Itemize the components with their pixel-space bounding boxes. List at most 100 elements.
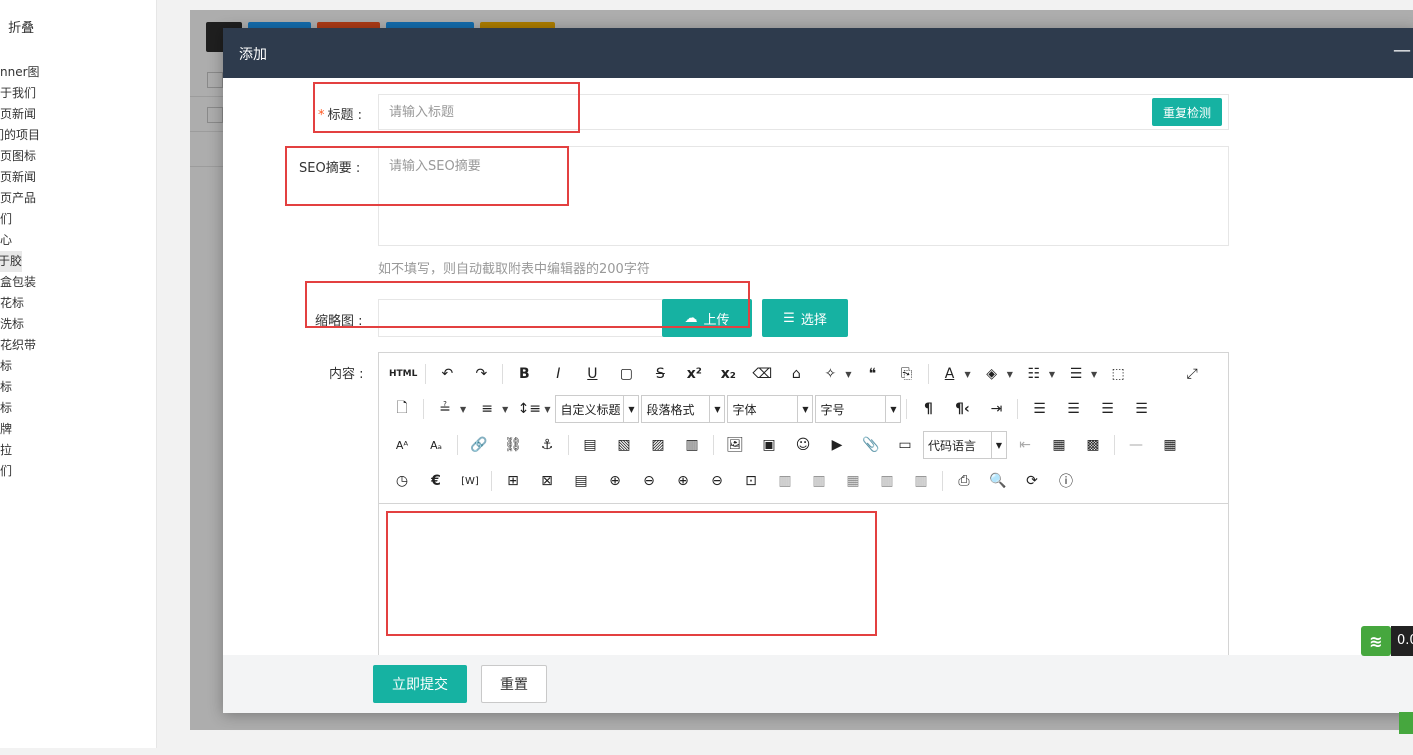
underline-icon[interactable]: U	[579, 362, 605, 386]
custom-heading-select[interactable]: 自定义标题 ▼	[555, 395, 640, 423]
sidebar-item[interactable]: 花标	[0, 293, 40, 314]
template-icon[interactable]: ▭	[892, 433, 918, 457]
align-center-icon[interactable]: ☰	[1060, 397, 1086, 421]
insert-paragraph-before-table-icon[interactable]: ▤	[568, 469, 594, 493]
emotion-icon[interactable]: ☺	[790, 433, 816, 457]
insert-image-icon[interactable]: 🖼	[722, 433, 748, 457]
editor-content-area[interactable]	[379, 504, 1228, 655]
format-match-icon[interactable]: ⌂	[783, 362, 809, 386]
multi-image-icon[interactable]: ▣	[756, 433, 782, 457]
auto-typeset-icon[interactable]: ✧	[817, 362, 843, 386]
subscript-icon[interactable]: x₂	[715, 362, 741, 386]
horizontal-rule-icon[interactable]: —	[1123, 433, 1149, 457]
chevron-down-icon[interactable]: ▼	[1091, 370, 1097, 379]
source-code-icon[interactable]: HTML	[389, 362, 417, 386]
merge-right-icon[interactable]: ▥	[772, 469, 798, 493]
font-size-select[interactable]: 字号 ▼	[815, 395, 902, 423]
blockquote-icon[interactable]: ❝	[860, 362, 886, 386]
sidebar-item[interactable]: 标	[0, 356, 40, 377]
merge-down-icon[interactable]: ▥	[806, 469, 832, 493]
sidebar-item[interactable]: 们	[0, 209, 40, 230]
sidebar-item[interactable]: 盒包装	[0, 272, 40, 293]
search-replace-icon[interactable]: ⟳	[1019, 469, 1045, 493]
chevron-down-icon[interactable]: ▼	[1007, 370, 1013, 379]
unordered-list-icon[interactable]: ☰	[1063, 362, 1089, 386]
preview-icon[interactable]: 🔍	[985, 469, 1011, 493]
font-border-icon[interactable]: ▢	[613, 362, 639, 386]
sidebar-item[interactable]: 页新闻	[0, 167, 40, 188]
ltr-direction-icon[interactable]: ¶	[915, 397, 941, 421]
sidebar-item[interactable]: 页产品	[0, 188, 40, 209]
row-spacing-bottom-icon[interactable]: ≡	[474, 397, 500, 421]
indent-icon[interactable]: ⇥	[983, 397, 1009, 421]
strikethrough-icon[interactable]: S	[647, 362, 673, 386]
split-rows-icon[interactable]: ▥	[874, 469, 900, 493]
image-center-icon[interactable]: ▥	[679, 433, 705, 457]
sidebar-item[interactable]: 洗标	[0, 314, 40, 335]
rtl-direction-icon[interactable]: ¶‹	[949, 397, 975, 421]
chevron-down-icon[interactable]: ▼	[1049, 370, 1055, 379]
chevron-down-icon[interactable]: ▼	[544, 405, 550, 414]
chevron-down-icon[interactable]: ▼	[965, 370, 971, 379]
fullscreen-icon[interactable]: ⤢	[1179, 362, 1205, 386]
align-justify-icon[interactable]: ☰	[1128, 397, 1154, 421]
paragraph-format-select[interactable]: 段落格式 ▼	[641, 395, 726, 423]
delete-col-icon[interactable]: ⊖	[704, 469, 730, 493]
ordered-list-icon[interactable]: ☷	[1021, 362, 1047, 386]
special-chars-icon[interactable]: €	[423, 469, 449, 493]
sidebar-item[interactable]: 标	[0, 377, 40, 398]
anchor-icon[interactable]: ⚓	[534, 433, 560, 457]
redo-icon[interactable]: ↷	[468, 362, 494, 386]
new-document-icon[interactable]: 🗋	[389, 397, 415, 421]
submit-button[interactable]: 立即提交	[373, 665, 467, 703]
word-image-icon[interactable]: [W]	[457, 469, 483, 493]
insert-row-icon[interactable]: ⊕	[602, 469, 628, 493]
time-icon[interactable]: ◷	[389, 469, 415, 493]
background-color-icon[interactable]: ◈	[979, 362, 1005, 386]
sidebar-item[interactable]: 页图标	[0, 146, 40, 167]
chevron-down-icon[interactable]: ▼	[845, 370, 851, 379]
align-left-icon[interactable]: ☰	[1026, 397, 1052, 421]
minimize-icon[interactable]: —	[1393, 40, 1411, 61]
thumbnail-input[interactable]	[378, 299, 663, 337]
sidebar-item[interactable]: 于我们	[0, 83, 40, 104]
bold-icon[interactable]: B	[511, 362, 537, 386]
sidebar-item[interactable]: 标	[0, 398, 40, 419]
chevron-down-icon[interactable]: ▼	[460, 405, 466, 414]
sidebar-item[interactable]: 们	[0, 461, 40, 482]
background-icon[interactable]: ▦	[1046, 433, 1072, 457]
scrawl-icon[interactable]: ▩	[1080, 433, 1106, 457]
insert-col-icon[interactable]: ⊕	[670, 469, 696, 493]
page-break-icon[interactable]: ⇤	[1012, 433, 1038, 457]
image-left-icon[interactable]: ▧	[611, 433, 637, 457]
row-spacing-top-icon[interactable]: ≟	[432, 397, 458, 421]
font-family-select[interactable]: 字体 ▼	[727, 395, 814, 423]
align-right-icon[interactable]: ☰	[1094, 397, 1120, 421]
sidebar-item[interactable]: nner图	[0, 62, 40, 83]
floating-widget[interactable]: ≋ 0.0	[1361, 626, 1413, 656]
sidebar-item-active[interactable]: 于胶	[0, 251, 22, 272]
delete-row-icon[interactable]: ⊖	[636, 469, 662, 493]
seo-textarea[interactable]	[378, 146, 1229, 246]
reset-button[interactable]: 重置	[481, 665, 547, 703]
print-icon[interactable]: ⎙	[951, 469, 977, 493]
unlink-icon[interactable]: ⛓	[500, 433, 526, 457]
code-language-select[interactable]: 代码语言 ▼	[923, 431, 1007, 459]
merge-cells-icon[interactable]: ⊡	[738, 469, 764, 493]
upload-button[interactable]: ☁ 上传	[662, 299, 752, 337]
sidebar-item[interactable]: 牌	[0, 419, 40, 440]
italic-icon[interactable]: I	[545, 362, 571, 386]
sidebar-item[interactable]: 们的项目	[0, 125, 40, 146]
insert-table-icon[interactable]: ⊞	[500, 469, 526, 493]
sidebar-item[interactable]: 拉	[0, 440, 40, 461]
chevron-down-icon[interactable]: ▼	[502, 405, 508, 414]
line-height-icon[interactable]: ↕≡	[516, 397, 542, 421]
split-cols-icon[interactable]: ▥	[908, 469, 934, 493]
title-input[interactable]	[378, 94, 1229, 130]
eraser-icon[interactable]: ⌫	[749, 362, 775, 386]
duplicate-check-button[interactable]: 重复检测	[1152, 98, 1222, 126]
to-uppercase-icon[interactable]: Aᴬ	[389, 433, 415, 457]
sidebar-item[interactable]: 花织带	[0, 335, 40, 356]
link-icon[interactable]: 🔗	[466, 433, 492, 457]
paste-plain-icon[interactable]: ⎘	[894, 362, 920, 386]
